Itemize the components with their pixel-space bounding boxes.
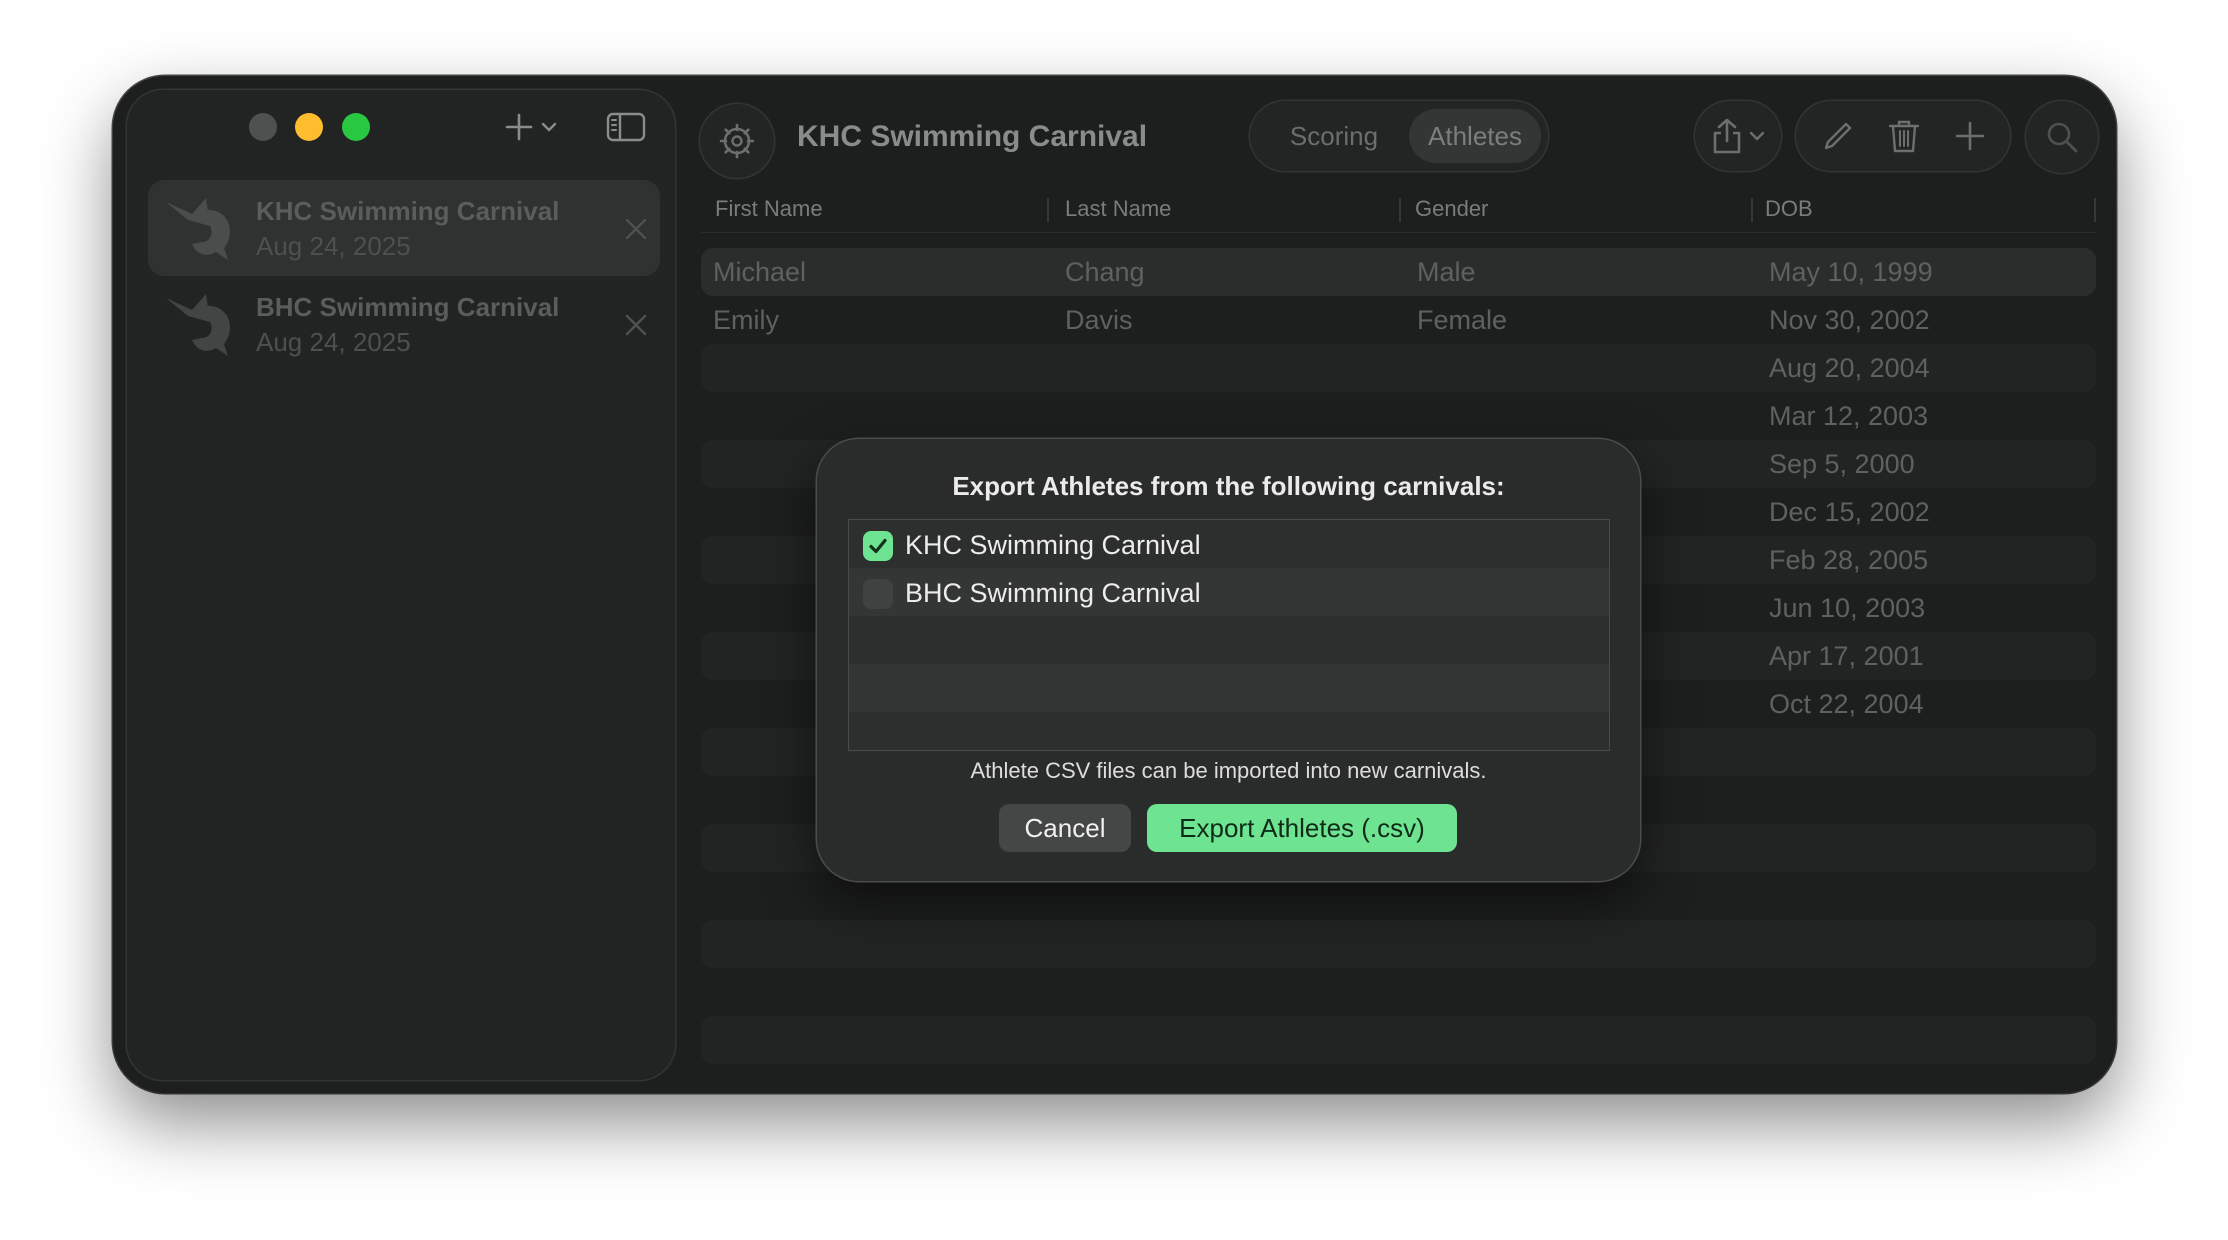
cell-dob: Sep 5, 2000 (1769, 449, 1915, 479)
sidebar-item-carnival[interactable]: KHC Swimming Carnival Aug 24, 2025 (148, 180, 660, 276)
list-item-label: KHC Swimming Carnival (905, 530, 1201, 560)
search-button[interactable] (2026, 101, 2098, 173)
dialog-title: Export Athletes from the following carni… (952, 471, 1505, 501)
delete-button[interactable] (1886, 118, 1922, 154)
cell-dob: May 10, 1999 (1769, 257, 1933, 287)
marlin-icon (166, 198, 230, 260)
sidebar-toggle-icon (606, 112, 646, 142)
edit-tools-group (1796, 101, 2010, 171)
export-athletes-dialog: Export Athletes from the following carni… (817, 439, 1640, 881)
column-divider (1047, 198, 1049, 222)
add-athlete-button[interactable] (1952, 118, 1988, 154)
list-item[interactable]: KHC Swimming Carnival (849, 520, 1609, 568)
add-carnival-menu-button[interactable] (491, 106, 571, 148)
cell-dob: Aug 20, 2004 (1769, 353, 1930, 383)
chevron-down-icon (541, 122, 557, 132)
share-icon (1713, 118, 1741, 154)
close-icon[interactable] (623, 312, 649, 338)
carnival-checklist: KHC Swimming Carnival BHC Swimming Carni… (848, 519, 1610, 751)
table-row[interactable]: Mar 12, 2003 (701, 392, 2096, 440)
carnival-name: KHC Swimming Carnival (256, 196, 560, 226)
checkmark-icon (869, 538, 887, 554)
column-dob[interactable]: DOB (1765, 196, 1813, 222)
export-athletes-button[interactable]: Export Athletes (.csv) (1147, 804, 1457, 852)
share-menu-button[interactable] (1695, 101, 1781, 171)
window-title: KHC Swimming Carnival (797, 120, 1148, 153)
cell-first-name: Michael (713, 257, 807, 287)
empty-row (701, 968, 2096, 1016)
app-window: KHC Swimming Carnival Aug 24, 2025 BHC S… (113, 76, 2116, 1093)
cell-last-name: Davis (1065, 305, 1133, 335)
athletes-table-header: First Name Last Name Gender DOB (701, 186, 2096, 233)
column-first-name[interactable]: First Name (715, 196, 823, 222)
window-zoom-button[interactable] (342, 113, 370, 141)
column-divider (2094, 198, 2096, 222)
cancel-button[interactable]: Cancel (999, 804, 1131, 852)
column-divider (1751, 198, 1753, 222)
empty-row (701, 920, 2096, 968)
view-segmented-control: Scoring Athletes (1250, 101, 1548, 171)
column-divider (1399, 198, 1401, 222)
list-item[interactable]: BHC Swimming Carnival (849, 568, 1609, 616)
sidebar-item-carnival[interactable]: BHC Swimming Carnival Aug 24, 2025 (148, 276, 660, 372)
carnival-date: Aug 24, 2025 (256, 327, 411, 357)
cell-dob: Dec 15, 2002 (1769, 497, 1930, 527)
cell-last-name: Chang (1065, 257, 1145, 287)
settings-button[interactable] (700, 104, 774, 178)
sidebar-toggle-button[interactable] (605, 106, 647, 148)
cell-dob: Nov 30, 2002 (1769, 305, 1930, 335)
carnival-name: BHC Swimming Carnival (256, 292, 560, 322)
cell-dob: Apr 17, 2001 (1769, 641, 1924, 671)
magnifier-icon (2047, 122, 2078, 153)
list-item-label: BHC Swimming Carnival (905, 578, 1201, 608)
window-minimize-button[interactable] (295, 113, 323, 141)
tab-scoring[interactable]: Scoring (1264, 109, 1404, 163)
empty-list-row (849, 712, 1609, 750)
plus-icon (505, 113, 533, 141)
checkbox-unchecked[interactable] (863, 579, 893, 609)
tab-athletes[interactable]: Athletes (1409, 109, 1541, 163)
window-close-button[interactable] (249, 113, 277, 141)
chevron-down-icon (1749, 131, 1765, 141)
plus-icon (1955, 121, 1985, 151)
close-icon[interactable] (623, 216, 649, 242)
cell-gender: Female (1417, 305, 1508, 335)
column-last-name[interactable]: Last Name (1065, 196, 1171, 222)
table-row[interactable]: Michael Chang Male May 10, 1999 (701, 248, 2096, 296)
gear-icon (719, 123, 755, 159)
cell-first-name: Emily (713, 305, 779, 335)
edit-button[interactable] (1820, 118, 1856, 154)
trash-icon (1888, 120, 1920, 153)
cell-dob: Jun 10, 2003 (1769, 593, 1926, 623)
pencil-icon (1824, 122, 1852, 150)
dialog-note: Athlete CSV files can be imported into n… (970, 758, 1487, 783)
marlin-icon (166, 294, 230, 356)
cell-gender: Male (1417, 257, 1476, 287)
cell-dob: Mar 12, 2003 (1769, 401, 1929, 431)
table-row[interactable]: Aug 20, 2004 (701, 344, 2096, 392)
empty-list-row (849, 664, 1609, 712)
cell-dob: Oct 22, 2004 (1769, 689, 1924, 719)
carnival-date: Aug 24, 2025 (256, 231, 411, 261)
table-row[interactable]: Emily Davis Female Nov 30, 2002 (701, 296, 2096, 344)
column-gender[interactable]: Gender (1415, 196, 1488, 222)
empty-list-row (849, 616, 1609, 664)
cell-dob: Feb 28, 2005 (1769, 545, 1929, 575)
checkbox-checked[interactable] (863, 531, 893, 561)
empty-row (701, 1016, 2096, 1064)
